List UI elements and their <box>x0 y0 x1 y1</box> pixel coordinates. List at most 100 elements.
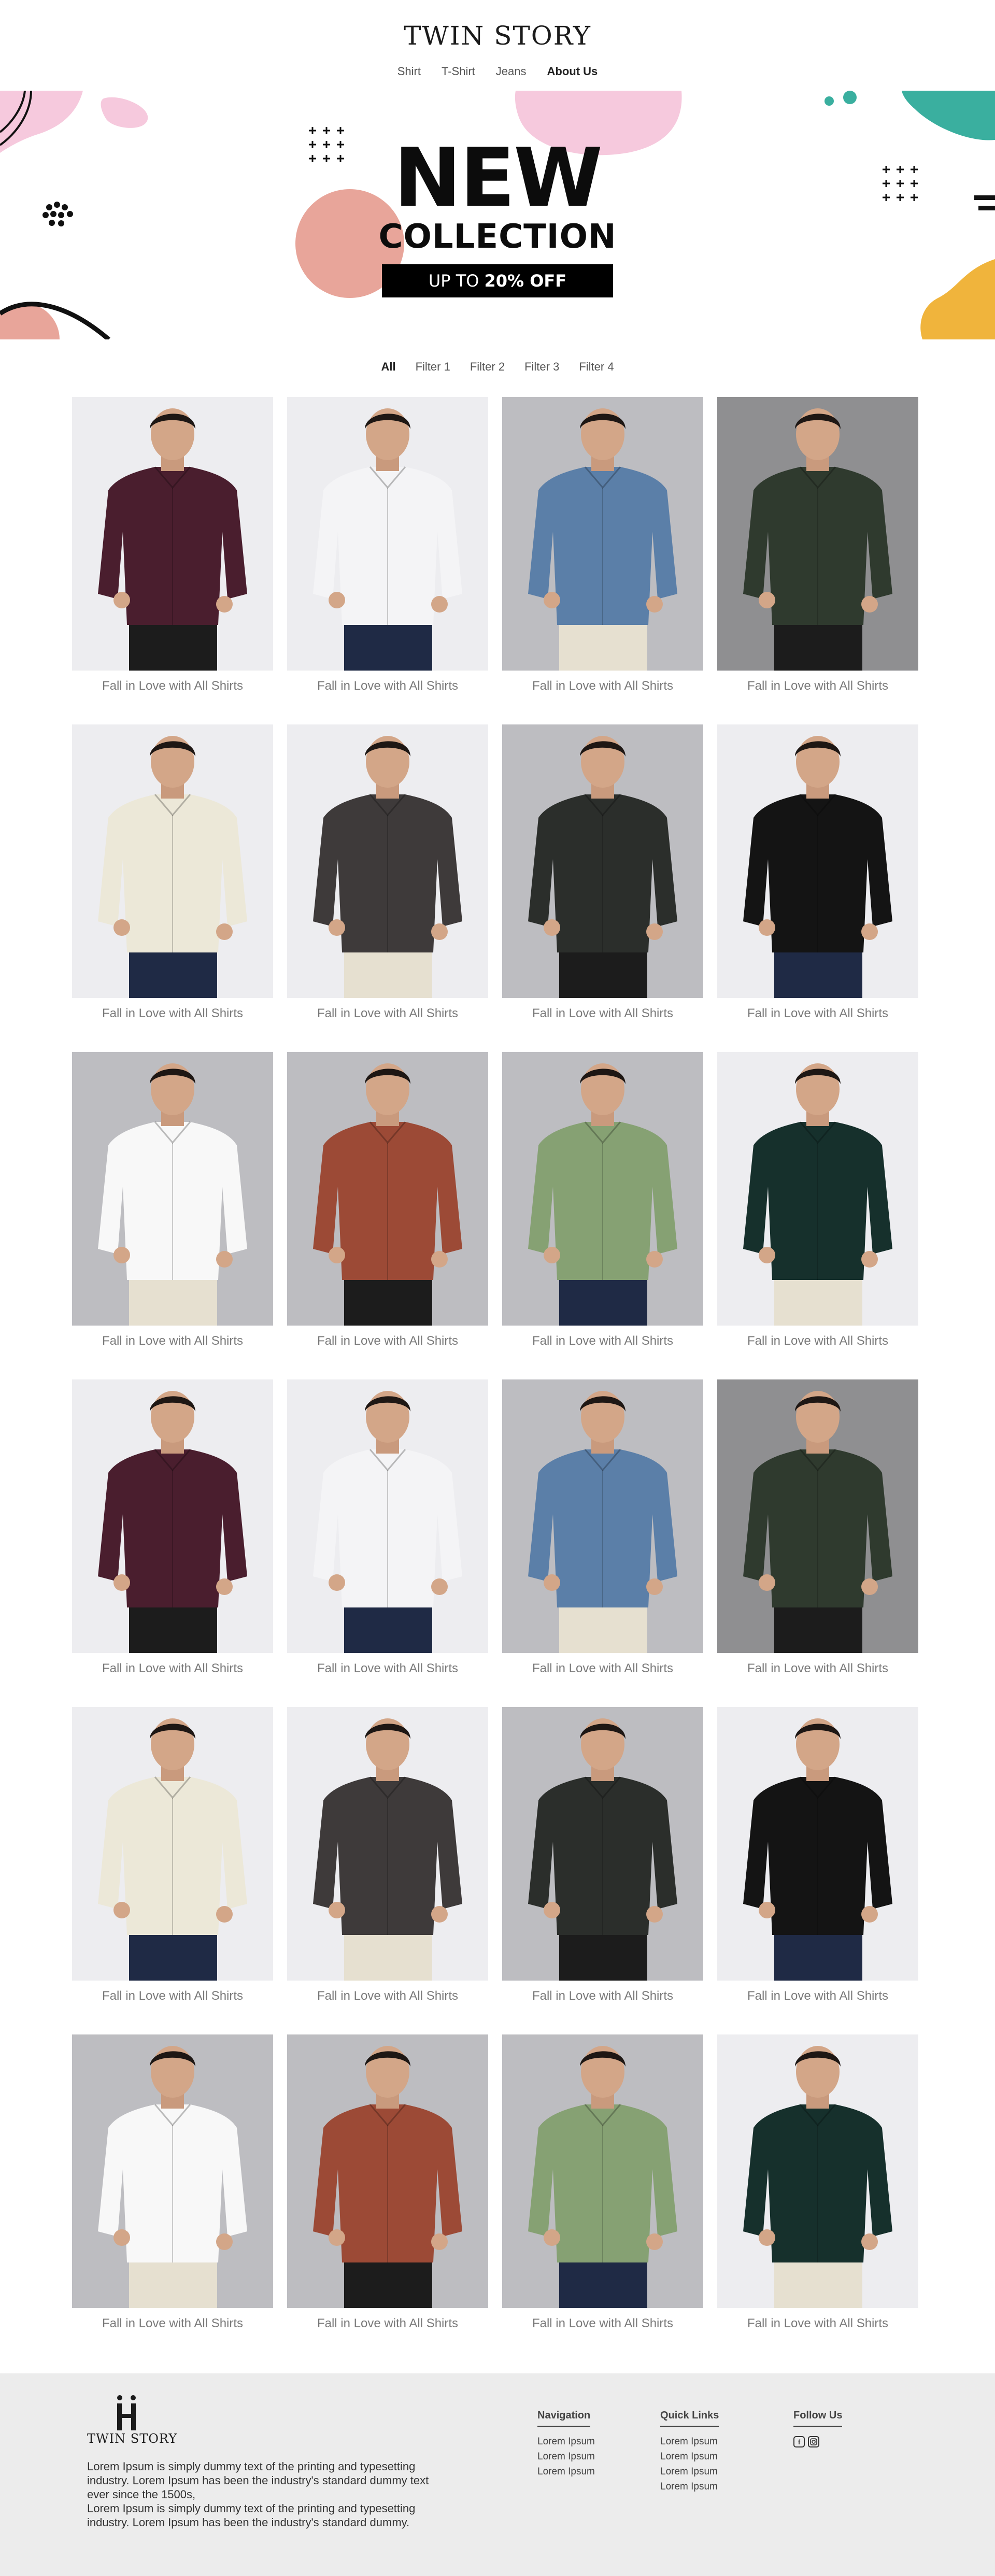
brand-logo[interactable]: TWIN STORY <box>0 21 995 51</box>
footer-quick-link[interactable]: Lorem Ipsum <box>660 2481 719 2496</box>
footer-brand[interactable]: TWIN STORY <box>87 2431 177 2446</box>
brand-mark-icon <box>117 2395 136 2430</box>
product-image[interactable] <box>502 724 703 998</box>
product-image[interactable] <box>72 1707 273 1981</box>
page: TWIN STORY Shirt T-Shirt Jeans About Us <box>0 0 995 2576</box>
nav-item-about-us[interactable]: About Us <box>547 65 598 78</box>
product-image[interactable] <box>502 1052 703 1326</box>
product-caption[interactable]: Fall in Love with All Shirts <box>502 1653 703 1684</box>
product-card[interactable]: Fall in Love with All Shirts <box>72 724 273 1029</box>
footer-quick-link[interactable]: Lorem Ipsum <box>660 2451 719 2466</box>
product-card[interactable]: Fall in Love with All Shirts <box>72 1379 273 1684</box>
product-image[interactable] <box>287 1052 488 1326</box>
product-caption[interactable]: Fall in Love with All Shirts <box>717 1653 918 1684</box>
footer-about-text: Lorem Ipsum is simply dummy text of the … <box>87 2502 416 2529</box>
product-caption[interactable]: Fall in Love with All Shirts <box>72 671 273 702</box>
nav-item-tshirt[interactable]: T-Shirt <box>442 65 475 78</box>
product-caption[interactable]: Fall in Love with All Shirts <box>287 1653 488 1684</box>
product-caption[interactable]: Fall in Love with All Shirts <box>72 1326 273 1357</box>
product-card[interactable]: Fall in Love with All Shirts <box>287 1707 488 2012</box>
product-caption[interactable]: Fall in Love with All Shirts <box>287 1981 488 2012</box>
filter-all[interactable]: All <box>381 360 395 374</box>
product-card[interactable]: Fall in Love with All Shirts <box>717 724 918 1029</box>
product-card[interactable]: Fall in Love with All Shirts <box>502 1052 703 1357</box>
footer-quick-link[interactable]: Lorem Ipsum <box>660 2436 719 2451</box>
filter-1[interactable]: Filter 1 <box>416 360 450 374</box>
product-image[interactable] <box>287 397 488 671</box>
product-card[interactable]: Fall in Love with All Shirts <box>717 1052 918 1357</box>
product-caption[interactable]: Fall in Love with All Shirts <box>287 671 488 702</box>
product-caption[interactable]: Fall in Love with All Shirts <box>72 2308 273 2339</box>
product-caption[interactable]: Fall in Love with All Shirts <box>717 1981 918 2012</box>
product-card[interactable]: Fall in Love with All Shirts <box>72 397 273 702</box>
product-caption[interactable]: Fall in Love with All Shirts <box>72 998 273 1029</box>
product-card[interactable]: Fall in Love with All Shirts <box>287 1379 488 1684</box>
product-caption[interactable]: Fall in Love with All Shirts <box>717 671 918 702</box>
product-caption[interactable]: Fall in Love with All Shirts <box>502 2308 703 2339</box>
nav-item-shirt[interactable]: Shirt <box>397 65 421 78</box>
product-image[interactable] <box>502 1379 703 1653</box>
product-card[interactable]: Fall in Love with All Shirts <box>502 397 703 702</box>
product-image[interactable] <box>72 1052 273 1326</box>
product-image[interactable] <box>287 2034 488 2308</box>
facebook-icon[interactable]: f <box>793 2436 805 2447</box>
footer-nav-link[interactable]: Lorem Ipsum <box>537 2451 595 2466</box>
footer-navigation-title: Navigation <box>537 2410 591 2427</box>
product-card[interactable]: Fall in Love with All Shirts <box>502 724 703 1029</box>
product-caption[interactable]: Fall in Love with All Shirts <box>502 1326 703 1357</box>
footer-nav-link[interactable]: Lorem Ipsum <box>537 2466 595 2481</box>
banner-title: NEW <box>393 131 603 225</box>
product-caption[interactable]: Fall in Love with All Shirts <box>72 1981 273 2012</box>
product-card[interactable]: Fall in Love with All Shirts <box>717 1379 918 1684</box>
product-card[interactable]: Fall in Love with All Shirts <box>717 397 918 702</box>
product-card[interactable]: Fall in Love with All Shirts <box>502 1707 703 2012</box>
product-card[interactable]: Fall in Love with All Shirts <box>287 724 488 1029</box>
product-card[interactable]: Fall in Love with All Shirts <box>72 2034 273 2339</box>
product-caption[interactable]: Fall in Love with All Shirts <box>287 998 488 1029</box>
product-image[interactable] <box>502 397 703 671</box>
filter-3[interactable]: Filter 3 <box>524 360 559 374</box>
pink-small-blob-shape <box>101 97 148 128</box>
footer-navigation: Navigation Lorem Ipsum Lorem Ipsum Lorem… <box>537 2410 595 2481</box>
product-card[interactable]: Fall in Love with All Shirts <box>287 397 488 702</box>
product-card[interactable]: Fall in Love with All Shirts <box>287 2034 488 2339</box>
product-image[interactable] <box>502 2034 703 2308</box>
instagram-icon[interactable] <box>808 2436 819 2447</box>
nav-item-jeans[interactable]: Jeans <box>496 65 527 78</box>
offer-badge[interactable]: UP TO 20% OFF <box>382 264 613 297</box>
product-image[interactable] <box>717 1379 918 1653</box>
filter-4[interactable]: Filter 4 <box>579 360 614 374</box>
product-card[interactable]: Fall in Love with All Shirts <box>72 1052 273 1357</box>
product-image[interactable] <box>717 724 918 998</box>
product-card[interactable]: Fall in Love with All Shirts <box>287 1052 488 1357</box>
product-caption[interactable]: Fall in Love with All Shirts <box>717 998 918 1029</box>
product-image[interactable] <box>72 1379 273 1653</box>
product-image[interactable] <box>717 1707 918 1981</box>
product-caption[interactable]: Fall in Love with All Shirts <box>287 2308 488 2339</box>
product-card[interactable]: Fall in Love with All Shirts <box>502 2034 703 2339</box>
product-card[interactable]: Fall in Love with All Shirts <box>72 1707 273 2012</box>
product-caption[interactable]: Fall in Love with All Shirts <box>502 998 703 1029</box>
product-image[interactable] <box>287 724 488 998</box>
product-image[interactable] <box>72 397 273 671</box>
product-card[interactable]: Fall in Love with All Shirts <box>717 1707 918 2012</box>
product-caption[interactable]: Fall in Love with All Shirts <box>717 2308 918 2339</box>
footer-nav-link[interactable]: Lorem Ipsum <box>537 2436 595 2451</box>
product-card[interactable]: Fall in Love with All Shirts <box>502 1379 703 1684</box>
product-caption[interactable]: Fall in Love with All Shirts <box>717 1326 918 1357</box>
filter-2[interactable]: Filter 2 <box>470 360 505 374</box>
product-caption[interactable]: Fall in Love with All Shirts <box>287 1326 488 1357</box>
product-image[interactable] <box>72 724 273 998</box>
product-image[interactable] <box>287 1707 488 1981</box>
product-image[interactable] <box>717 1052 918 1326</box>
product-card[interactable]: Fall in Love with All Shirts <box>717 2034 918 2339</box>
product-caption[interactable]: Fall in Love with All Shirts <box>502 1981 703 2012</box>
product-image[interactable] <box>502 1707 703 1981</box>
product-image[interactable] <box>72 2034 273 2308</box>
product-image[interactable] <box>287 1379 488 1653</box>
product-caption[interactable]: Fall in Love with All Shirts <box>72 1653 273 1684</box>
product-image[interactable] <box>717 2034 918 2308</box>
product-caption[interactable]: Fall in Love with All Shirts <box>502 671 703 702</box>
product-image[interactable] <box>717 397 918 671</box>
footer-quick-link[interactable]: Lorem Ipsum <box>660 2466 719 2481</box>
